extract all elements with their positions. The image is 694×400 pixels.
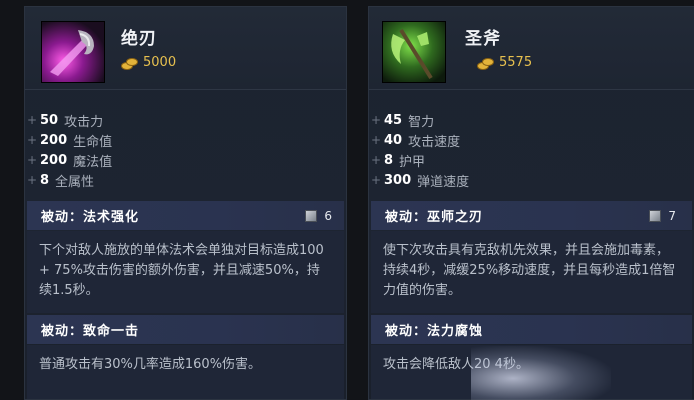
stat-value: 45	[384, 112, 403, 128]
stat-value: 200	[40, 152, 68, 168]
item-header: 绝刃 5000	[25, 7, 346, 90]
gold-coin-icon	[121, 57, 138, 70]
ability-title: 被动：致命一击	[41, 324, 140, 339]
ability-header: 被动：巫师之刃 7	[371, 201, 692, 230]
item-name: 圣斧	[465, 29, 501, 49]
item-cost-value: 5575	[499, 55, 533, 70]
ability-description: 攻击会降低敌人20 4秒。	[371, 345, 692, 399]
cooldown: 7	[649, 209, 676, 223]
ability-header: 被动：致命一击	[27, 315, 344, 344]
stat-row: +50 攻击力	[27, 112, 104, 130]
stat-value: 8	[384, 152, 394, 168]
stat-value: 300	[384, 172, 412, 188]
stat-value: 8	[40, 172, 50, 188]
stat-row: +200 魔法值	[27, 152, 113, 170]
stat-row: +40 攻击速度	[371, 132, 461, 150]
stat-label: 智力	[408, 114, 435, 130]
item-stats: +50 攻击力 +200 生命值 +200 魔法值 +8 全属性	[27, 110, 112, 190]
stat-label: 弹道速度	[417, 174, 470, 190]
item-cost-value: 5000	[143, 55, 177, 70]
ability-title: 被动：巫师之刃	[385, 210, 484, 225]
stat-label: 攻击速度	[408, 134, 461, 150]
ability-header: 被动：法术强化 6	[27, 201, 344, 230]
item-stats: +45 智力 +40 攻击速度 +8 护甲 +300 弹道速度	[371, 110, 469, 190]
stat-row: +8 护甲	[371, 152, 426, 170]
stat-row: +45 智力	[371, 112, 435, 130]
stat-label: 攻击力	[64, 114, 104, 130]
ability-description: 使下次攻击具有克敌机先效果，并且会施加毒素，持续4秒，减缓25%移动速度，并且每…	[371, 231, 692, 313]
stat-value: 40	[384, 132, 403, 148]
stat-value: 200	[40, 132, 68, 148]
stat-label: 生命值	[73, 134, 113, 150]
stat-label: 全属性	[55, 174, 95, 190]
gold-coin-icon	[477, 57, 494, 70]
item-card-left: 绝刃 5000 +50 攻击力 +200 生命值 +200 魔法值 +8 全属性 被动：…	[24, 6, 347, 400]
item-name: 绝刃	[121, 29, 157, 49]
cooldown-icon	[649, 210, 662, 222]
green-axe-icon	[382, 21, 446, 83]
cooldown: 6	[305, 209, 332, 223]
item-cost: 5000	[121, 55, 176, 70]
purple-blade-icon	[41, 21, 105, 83]
stat-value: 50	[40, 112, 59, 128]
ability-description: 普通攻击有30%几率造成160%伤害。	[27, 345, 344, 399]
ability-title: 被动：法术强化	[41, 210, 140, 225]
stat-label: 魔法值	[73, 154, 113, 170]
stat-row: +200 生命值	[27, 132, 113, 150]
stat-row: +8 全属性	[27, 172, 95, 190]
stat-label: 护甲	[399, 154, 426, 170]
ability-description: 下个对敌人施放的单体法术会单独对目标造成100 + 75%攻击伤害的额外伤害，并…	[27, 231, 344, 313]
stat-row: +300 弹道速度	[371, 172, 470, 190]
ability-title: 被动：法力腐蚀	[385, 324, 484, 339]
cooldown-icon	[305, 210, 318, 222]
ability-header: 被动：法力腐蚀	[371, 315, 692, 344]
cooldown-value: 7	[668, 209, 676, 223]
item-cost: 5575	[477, 55, 532, 70]
cooldown-value: 6	[324, 209, 332, 223]
item-card-right: 圣斧 5575 +45 智力 +40 攻击速度 +8 护甲 +300 弹道速度 被动：巫…	[368, 6, 694, 400]
item-header: 圣斧 5575	[369, 7, 694, 90]
